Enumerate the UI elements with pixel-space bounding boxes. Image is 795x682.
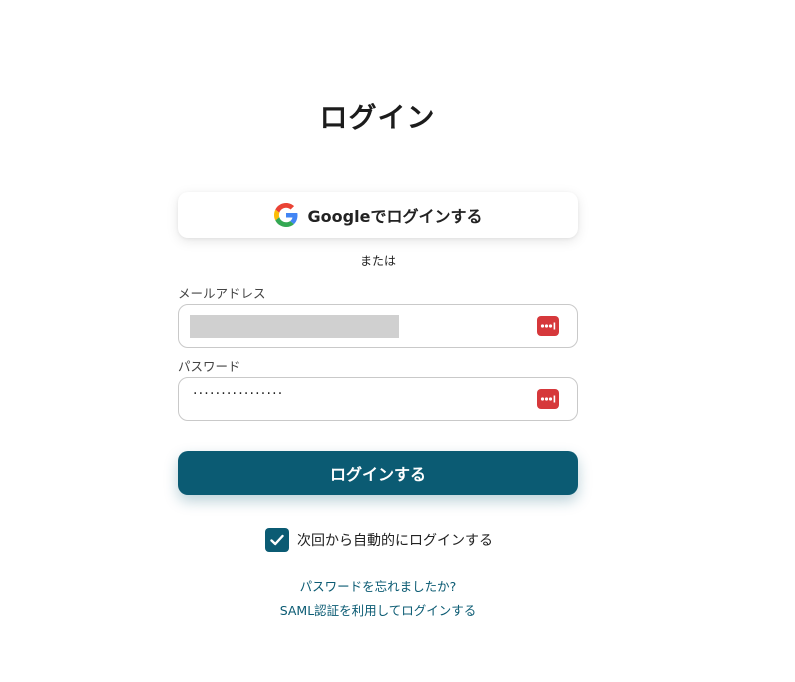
remember-me-checkbox[interactable] bbox=[265, 528, 289, 552]
remember-me-row[interactable]: 次回から自動的にログインする bbox=[265, 528, 493, 552]
password-field[interactable]: ················ bbox=[178, 377, 578, 421]
password-label: パスワード bbox=[178, 359, 241, 374]
google-login-label: Googleでログインする bbox=[307, 207, 483, 226]
email-value-redacted bbox=[190, 315, 399, 338]
password-masked-value: ················ bbox=[193, 386, 284, 402]
remember-me-label: 次回から自動的にログインする bbox=[297, 533, 493, 549]
page-title: ログイン bbox=[319, 101, 436, 134]
login-submit-label: ログインする bbox=[329, 465, 426, 484]
login-submit-button[interactable]: ログインする bbox=[178, 451, 578, 495]
google-login-button[interactable]: Googleでログインする bbox=[178, 192, 578, 238]
password-manager-icon[interactable] bbox=[537, 389, 559, 409]
password-manager-icon[interactable] bbox=[537, 316, 559, 336]
forgot-password-link[interactable]: パスワードを忘れましたか? bbox=[178, 576, 578, 595]
login-page: ログイン Googleでログインする または メールアドレス パスワード ···… bbox=[0, 0, 795, 682]
google-icon bbox=[273, 203, 298, 227]
email-label: メールアドレス bbox=[178, 286, 266, 301]
email-field[interactable] bbox=[178, 304, 578, 348]
or-divider-text: または bbox=[359, 254, 396, 268]
saml-login-link[interactable]: SAML認証を利用してログインする bbox=[178, 600, 578, 619]
checkmark-icon bbox=[270, 534, 284, 546]
